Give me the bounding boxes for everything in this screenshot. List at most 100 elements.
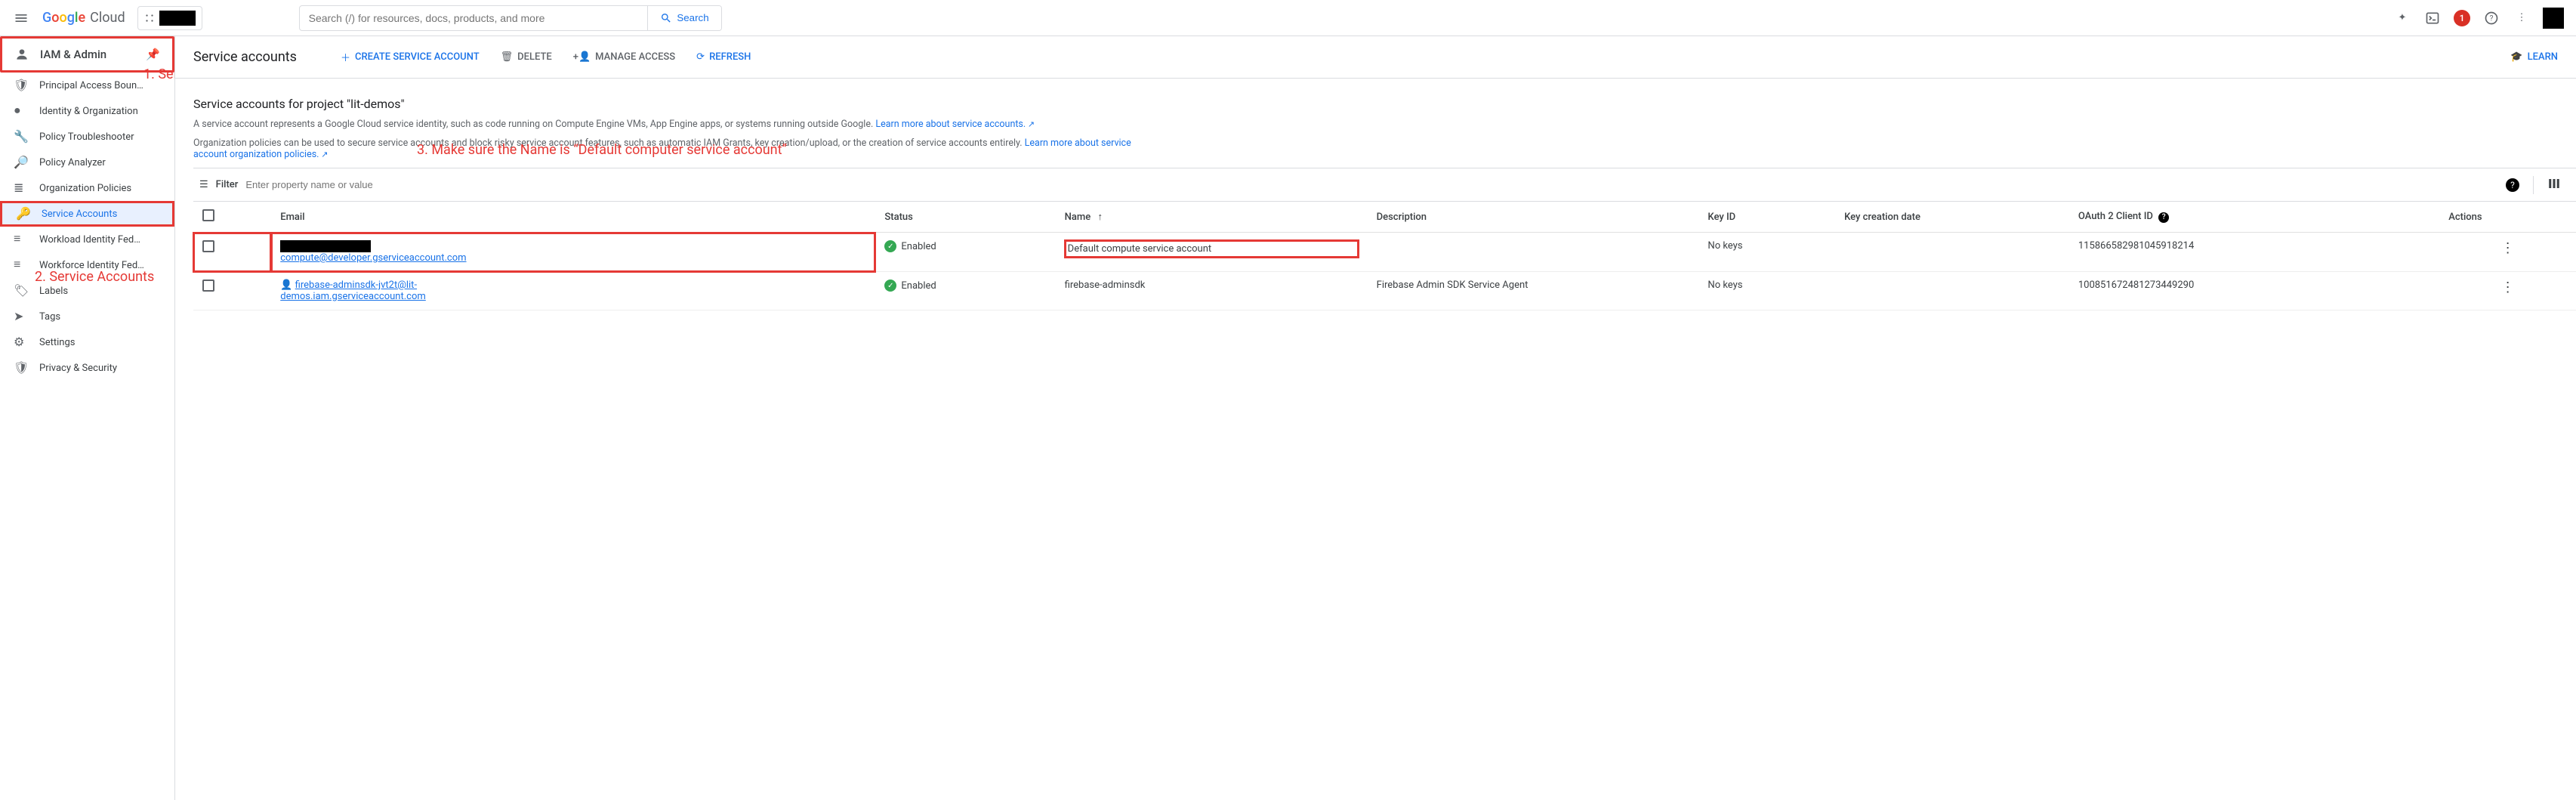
pin-icon[interactable]: 📌: [146, 48, 160, 61]
sidebar-item-label: Service Accounts: [42, 208, 117, 220]
sidebar-item-organization-policies[interactable]: ≣ Organization Policies: [0, 175, 174, 201]
sidebar-item-icon: ⚙: [14, 335, 27, 350]
filter-icon[interactable]: ☰: [199, 179, 208, 190]
create-label: CREATE SERVICE ACCOUNT: [355, 51, 480, 63]
sort-asc-icon: ↑: [1097, 212, 1103, 223]
desc2-text: Organization policies can be used to sec…: [193, 137, 1025, 149]
sidebar-item-workforce-identity-fed-[interactable]: ≡Workforce Identity Fed…: [0, 252, 174, 278]
row-actions-button[interactable]: ⋮: [2439, 233, 2576, 272]
description-cell: [1368, 233, 1699, 272]
sidebar-item-icon: 🔧: [14, 129, 27, 144]
search-input[interactable]: [300, 12, 648, 24]
project-picker[interactable]: [137, 6, 202, 30]
sidebar-item-label: Organization Policies: [39, 183, 131, 194]
sidebar-item-label: Labels: [39, 286, 68, 297]
check-icon: ✓: [884, 240, 896, 252]
delete-button[interactable]: 🗑 DELETE: [501, 51, 552, 63]
status-cell: ✓Enabled: [884, 240, 1046, 252]
sidebar-item-icon: ●: [14, 104, 27, 118]
sidebar-item-icon: ≣: [14, 181, 27, 196]
page-title: Service accounts: [193, 49, 297, 65]
th-name-label: Name: [1065, 212, 1091, 223]
sub-title: Service accounts for project "lit-demos": [193, 97, 2576, 111]
help-icon-table[interactable]: ?: [2506, 178, 2519, 192]
sidebar-item-policy-analyzer[interactable]: 🔎Policy Analyzer: [0, 150, 174, 175]
keyid-cell: No keys: [1698, 272, 1835, 310]
th-email[interactable]: Email: [271, 202, 875, 233]
learn-label: LEARN: [2528, 51, 2558, 63]
person-add-icon: +👤: [573, 51, 591, 63]
gemini-icon[interactable]: ✦: [2393, 9, 2411, 27]
topbar-right: ✦ 1 ? ⋮: [2393, 8, 2570, 29]
oauth-cell: 100851672481273449290: [2069, 272, 2439, 310]
th-keyid[interactable]: Key ID: [1698, 202, 1835, 233]
search-button-label: Search: [677, 12, 708, 23]
th-status[interactable]: Status: [875, 202, 1055, 233]
sidebar-item-principal-access-boun-[interactable]: 🛡Principal Access Boun…: [0, 73, 174, 98]
select-all-checkbox[interactable]: [202, 209, 214, 221]
sidebar-item-service-accounts[interactable]: 🔑Service Accounts: [0, 201, 174, 227]
topbar: Google Cloud Search ✦ 1 ? ⋮: [0, 0, 2576, 36]
search-icon: [660, 12, 672, 24]
row-actions-button[interactable]: ⋮: [2439, 272, 2576, 310]
sidebar-item-label: Workforce Identity Fed…: [39, 260, 144, 271]
action-bar: Service accounts ＋ CREATE SERVICE ACCOUN…: [175, 36, 2576, 79]
table-row: compute@developer.gserviceaccount.com ✓E…: [193, 233, 2576, 272]
trash-icon: 🗑: [501, 51, 514, 63]
more-icon[interactable]: ⋮: [2513, 9, 2531, 27]
sidebar-header[interactable]: IAM & Admin 📌: [0, 36, 174, 73]
description-2: Organization policies can be used to sec…: [193, 137, 1145, 160]
oauth-cell: 115866582981045918214: [2069, 233, 2439, 272]
sidebar-item-policy-troubleshooter[interactable]: 🔧 Policy Troubleshooter: [0, 124, 174, 150]
sidebar-item-label: Principal Access Boun…: [39, 80, 143, 91]
search-button[interactable]: Search: [647, 6, 720, 30]
help-icon-oauth[interactable]: ?: [2158, 212, 2169, 223]
sidebar-item-label: Policy Troubleshooter: [39, 131, 134, 143]
sidebar-item-labels[interactable]: 🏷 Labels: [0, 278, 174, 304]
th-name[interactable]: Name ↑: [1056, 202, 1368, 233]
row-checkbox[interactable]: [202, 240, 214, 252]
description-1: A service account represents a Google Cl…: [193, 119, 1145, 130]
menu-icon[interactable]: [6, 3, 36, 33]
column-selector-icon[interactable]: [2547, 177, 2561, 193]
search-bar: Search: [299, 5, 722, 31]
refresh-button[interactable]: ⟳ REFRESH: [696, 51, 751, 63]
sidebar-title: IAM & Admin: [40, 48, 106, 61]
create-service-account-button[interactable]: ＋ CREATE SERVICE ACCOUNT: [341, 50, 480, 64]
filter-input[interactable]: [245, 179, 2506, 190]
help-icon[interactable]: ?: [2482, 9, 2500, 27]
learn-button[interactable]: 🎓 LEARN: [2510, 51, 2558, 63]
email-link[interactable]: compute@developer.gserviceaccount.com: [280, 252, 466, 264]
name-cell: Default compute service account: [1056, 233, 1368, 272]
svg-text:?: ?: [2490, 14, 2494, 23]
sidebar-item-settings[interactable]: ⚙Settings: [0, 329, 174, 355]
keyid-cell: No keys: [1698, 233, 1835, 272]
sidebar-item-icon: 🏷: [14, 283, 27, 298]
description-cell: Firebase Admin SDK Service Agent: [1368, 272, 1699, 310]
sidebar: IAM & Admin 📌 🛡Principal Access Boun…●Id…: [0, 36, 175, 800]
gcp-logo[interactable]: Google Cloud: [42, 10, 125, 26]
sidebar-item-privacy-security[interactable]: 🛡Privacy & Security: [0, 355, 174, 381]
plus-icon: ＋: [341, 50, 350, 64]
refresh-icon: ⟳: [696, 51, 705, 63]
th-description[interactable]: Description: [1368, 202, 1699, 233]
th-keydate[interactable]: Key creation date: [1835, 202, 2069, 233]
email-link[interactable]: firebase-adminsdk-jvt2t@lit-demos.iam.gs…: [280, 280, 426, 302]
cloud-shell-icon[interactable]: [2423, 9, 2442, 27]
th-oauth[interactable]: OAuth 2 Client ID ?: [2069, 202, 2439, 233]
refresh-label: REFRESH: [709, 51, 751, 63]
service-accounts-table: Email Status Name ↑ Description Key ID K…: [193, 201, 2576, 310]
manage-access-button[interactable]: +👤 MANAGE ACCESS: [573, 51, 675, 63]
content: Service accounts for project "lit-demos"…: [175, 79, 2576, 329]
notification-badge[interactable]: 1: [2454, 10, 2470, 26]
delete-label: DELETE: [517, 51, 552, 63]
avatar[interactable]: [2543, 8, 2564, 29]
learn-more-sa-link[interactable]: Learn more about service accounts.: [875, 119, 1035, 130]
sidebar-item-identity-organization[interactable]: ●Identity & Organization: [0, 98, 174, 124]
email-redacted: [280, 240, 371, 252]
filter-label: Filter: [216, 179, 239, 190]
sidebar-item-workload-identity-fed-[interactable]: ≡Workload Identity Fed…: [0, 227, 174, 252]
logo-cloud-text: Cloud: [90, 10, 125, 26]
row-checkbox[interactable]: [202, 280, 214, 292]
sidebar-item-tags[interactable]: ➤Tags: [0, 304, 174, 329]
